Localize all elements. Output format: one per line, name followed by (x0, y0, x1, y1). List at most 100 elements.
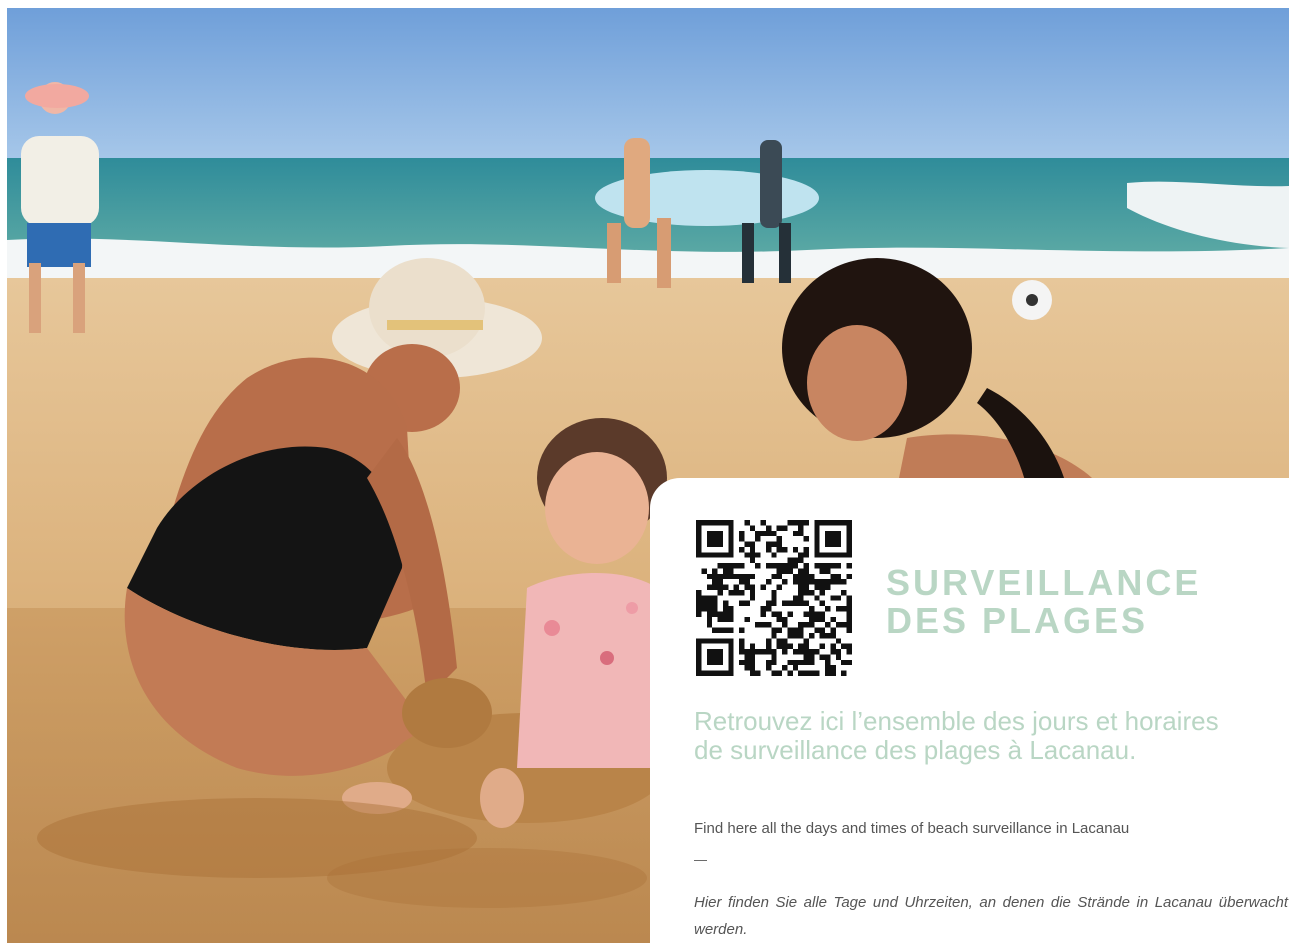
qr-module (825, 606, 831, 612)
qr-module (846, 525, 852, 531)
qr-module (744, 665, 750, 671)
qr-module (717, 654, 723, 660)
qr-module (819, 584, 826, 590)
qr-module (749, 649, 756, 655)
qr-module (728, 627, 734, 633)
qr-module (696, 536, 702, 542)
qr-module (760, 530, 766, 537)
qr-module (825, 541, 831, 547)
qr-module (712, 573, 718, 580)
qr-module (717, 627, 723, 633)
qr-module (835, 536, 842, 542)
qr-module (706, 616, 713, 623)
qr-module (717, 579, 723, 585)
lead-text-german: Hier finden Sie alle Tage und Uhrzeiten,… (694, 894, 1288, 938)
qr-module (835, 563, 842, 569)
qr-module (776, 546, 783, 553)
qr-module (717, 649, 723, 655)
qr-module (819, 563, 826, 569)
qr-module (835, 541, 842, 547)
qr-module (814, 649, 820, 655)
lead-text-french: Retrouvez ici l’ensemble des jours et ho… (694, 706, 1219, 765)
qr-module (733, 573, 740, 580)
qr-module (706, 649, 713, 655)
qr-module (846, 606, 852, 612)
qr-module (717, 573, 723, 580)
qr-module (846, 627, 852, 633)
qr-module (798, 643, 804, 650)
qr-module (814, 530, 820, 537)
qr-module (755, 530, 761, 537)
qr-module (696, 649, 702, 655)
qr-module (835, 638, 842, 644)
qr-module (830, 552, 836, 558)
qr-module (749, 643, 756, 650)
qr-module (728, 541, 734, 547)
qr-module (792, 659, 799, 666)
qr-module (728, 520, 734, 526)
qr-module (706, 595, 713, 601)
qr-module (728, 530, 734, 537)
qr-module (814, 536, 820, 542)
qr-module (798, 632, 804, 639)
qr-module (798, 573, 804, 580)
qr-module (808, 622, 815, 628)
qr-module (722, 600, 729, 607)
qr-module (712, 536, 718, 542)
qr-module (696, 643, 702, 650)
qr-module (814, 670, 820, 676)
qr-module (776, 541, 783, 547)
qr-module (825, 670, 831, 676)
qr-module (696, 654, 702, 660)
qr-module (808, 649, 815, 655)
lead-text-english: Find here all the days and times of beac… (694, 820, 1130, 837)
qr-module (798, 649, 804, 655)
qr-module (819, 579, 826, 585)
qr-module (712, 659, 718, 666)
qr-module (739, 638, 745, 644)
qr-module (749, 654, 756, 660)
qr-module (819, 611, 826, 617)
qr-module (782, 643, 788, 650)
qr-module (696, 606, 702, 612)
qr-module (728, 643, 734, 650)
qr-module (798, 525, 804, 531)
qr-module (765, 579, 772, 585)
qr-module (771, 627, 777, 633)
qr-module (819, 616, 826, 623)
qr-code-icon[interactable] (696, 520, 852, 676)
qr-module (830, 573, 836, 580)
qr-module (717, 589, 723, 596)
qr-module (835, 606, 842, 612)
qr-module (825, 530, 831, 537)
qr-module (846, 649, 852, 655)
qr-module (728, 670, 734, 676)
qr-module (701, 670, 707, 676)
qr-module (846, 541, 852, 547)
qr-module (825, 665, 831, 671)
qr-module (803, 643, 809, 650)
qr-module (712, 530, 718, 537)
qr-module (717, 563, 723, 569)
qr-module (814, 520, 820, 526)
qr-module (835, 654, 842, 660)
qr-module (712, 627, 718, 633)
qr-module (717, 536, 723, 542)
qr-module (706, 541, 713, 547)
qr-module (808, 579, 815, 585)
qr-module (701, 568, 707, 574)
qr-module (755, 552, 761, 558)
qr-module (808, 659, 815, 666)
qr-module (765, 563, 772, 569)
qr-module (749, 595, 756, 601)
qr-module (846, 611, 852, 617)
qr-module (771, 632, 777, 639)
qr-module (722, 638, 729, 644)
qr-module (701, 552, 707, 558)
qr-module (819, 520, 826, 526)
qr-module (787, 563, 793, 569)
qr-module (749, 584, 756, 590)
qr-module (760, 520, 766, 526)
qr-module (722, 563, 729, 569)
qr-module (798, 589, 804, 596)
